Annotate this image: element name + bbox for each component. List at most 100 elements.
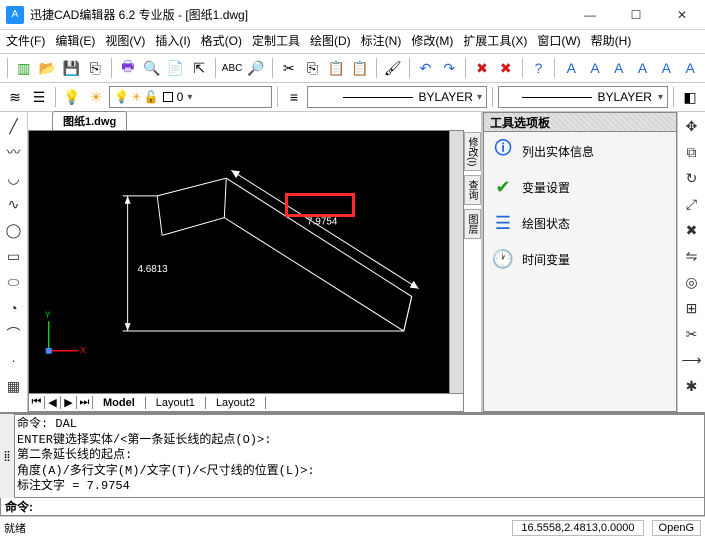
side-tab-modify[interactable]: 修改(I): [464, 132, 481, 171]
delete-icon[interactable]: ✖: [495, 57, 517, 79]
menu-help[interactable]: 帮助(H): [591, 32, 632, 49]
delete-tool-icon[interactable]: ✖: [682, 220, 702, 240]
save-icon[interactable]: 💾: [61, 57, 83, 79]
layout-prev-icon[interactable]: ◀: [45, 396, 61, 409]
polyline-tool-icon[interactable]: 〰: [4, 142, 24, 162]
palette-item-draw-status[interactable]: ☰ 绘图状态: [490, 210, 670, 236]
copy-icon[interactable]: ⎘: [302, 57, 324, 79]
palette-item-list-entity[interactable]: 🛈 列出实体信息: [490, 138, 670, 164]
undo-icon[interactable]: ↶: [415, 57, 437, 79]
arc3p-tool-icon[interactable]: ⌒: [4, 324, 24, 344]
find-icon[interactable]: 🔎: [245, 57, 267, 79]
spell-check-icon[interactable]: ABC: [221, 57, 243, 79]
help-icon[interactable]: ?: [528, 57, 550, 79]
palette-item-time-var[interactable]: 🕐 时间变量: [490, 246, 670, 272]
layout-next-icon[interactable]: ▶: [61, 396, 77, 409]
text-a3-icon[interactable]: A: [608, 57, 630, 79]
drawing-canvas[interactable]: 4.6813 7.9754 X Y: [28, 130, 464, 394]
linetype-combo[interactable]: BYLAYER: [307, 86, 487, 108]
layout-tab-model[interactable]: Model: [93, 397, 146, 409]
text-a4-icon[interactable]: A: [632, 57, 654, 79]
app-icon: A: [6, 6, 24, 24]
menu-insert[interactable]: 插入(I): [155, 32, 190, 49]
scale-tool-icon[interactable]: ⤢: [682, 194, 702, 214]
trim-tool-icon[interactable]: ✂: [682, 324, 702, 344]
array-tool-icon[interactable]: ⊞: [682, 298, 702, 318]
move-tool-icon[interactable]: ✥: [682, 116, 702, 136]
export-icon[interactable]: ⇱: [188, 57, 210, 79]
palette-item-var-settings[interactable]: ✔ 变量设置: [490, 174, 670, 200]
publish-icon[interactable]: 📄: [165, 57, 187, 79]
dimension-a-text: 4.6813: [138, 264, 169, 275]
ellipse-tool-icon[interactable]: ⬭: [4, 272, 24, 292]
menu-custom-tools[interactable]: 定制工具: [252, 32, 300, 49]
menu-draw[interactable]: 绘图(D): [310, 32, 351, 49]
circle-tool-icon[interactable]: ◯: [4, 220, 24, 240]
explode-tool-icon[interactable]: ✱: [682, 376, 702, 396]
layer-manager-icon[interactable]: ≋: [4, 86, 26, 108]
layer-sun-icon[interactable]: ☀: [85, 86, 107, 108]
rotate-tool-icon[interactable]: ↻: [682, 168, 702, 188]
layout-tab-1[interactable]: Layout1: [146, 397, 206, 409]
layer-combo[interactable]: 💡☀🔓 0: [109, 86, 272, 108]
canvas-vscrollbar[interactable]: [449, 131, 463, 393]
close-button[interactable]: ✕: [659, 0, 705, 30]
offset-tool-icon[interactable]: ◎: [682, 272, 702, 292]
command-grip-icon[interactable]: ⣿: [0, 414, 14, 498]
layout-last-icon[interactable]: ⏭: [77, 396, 93, 409]
rectangle-tool-icon[interactable]: ▭: [4, 246, 24, 266]
save-as-icon[interactable]: ⎘: [84, 57, 106, 79]
ellipse-arc-tool-icon[interactable]: ◔: [4, 298, 24, 318]
document-tab[interactable]: 图纸1.dwg: [52, 111, 127, 130]
extend-tool-icon[interactable]: ⟶: [682, 350, 702, 370]
menu-modify[interactable]: 修改(M): [411, 32, 453, 49]
lineweight-combo[interactable]: BYLAYER: [498, 86, 668, 108]
menu-edit[interactable]: 编辑(E): [55, 32, 95, 49]
standard-toolbar: ▥ 📂 💾 ⎘ 🖶 🔍 📄 ⇱ ABC 🔎 ✂ ⎘ 📋 📋 🖌 ↶ ↷ ✖ ✖ …: [0, 54, 705, 83]
erase-icon[interactable]: ✖: [471, 57, 493, 79]
match-props-icon[interactable]: 🖌: [382, 57, 404, 79]
text-a5-icon[interactable]: A: [655, 57, 677, 79]
hatch-tool-icon[interactable]: ▦: [4, 376, 24, 396]
bycolor-swatch-icon[interactable]: ◧: [679, 86, 701, 108]
menu-window[interactable]: 窗口(W): [537, 32, 580, 49]
layout-first-icon[interactable]: ⏮: [29, 396, 45, 409]
spline-tool-icon[interactable]: ∿: [4, 194, 24, 214]
layout-tab-2[interactable]: Layout2: [206, 397, 266, 409]
command-line[interactable]: 命令:: [0, 498, 705, 516]
clock-icon: 🕐: [490, 246, 516, 272]
print-icon[interactable]: 🖶: [117, 57, 139, 79]
maximize-button[interactable]: ☐: [613, 0, 659, 30]
menu-dimension[interactable]: 标注(N): [361, 32, 402, 49]
title-bar: A 迅捷CAD编辑器 6.2 专业版 - [图纸1.dwg] — ☐ ✕: [0, 0, 705, 30]
highlight-rect: [285, 193, 355, 217]
copy-tool-icon[interactable]: ⧉: [682, 142, 702, 162]
layer-states-icon[interactable]: ☰: [28, 86, 50, 108]
cut-icon[interactable]: ✂: [278, 57, 300, 79]
text-a1-icon[interactable]: A: [560, 57, 582, 79]
arc-tool-icon[interactable]: ◡: [4, 168, 24, 188]
menu-extended-tools[interactable]: 扩展工具(X): [463, 32, 527, 49]
new-file-icon[interactable]: ▥: [13, 57, 35, 79]
status-render-mode: OpenG: [652, 520, 701, 536]
menu-view[interactable]: 视图(V): [105, 32, 145, 49]
open-file-icon[interactable]: 📂: [37, 57, 59, 79]
palette-item-label: 绘图状态: [522, 215, 570, 232]
line-tool-icon[interactable]: ╱: [4, 116, 24, 136]
text-a6-icon[interactable]: A: [679, 57, 701, 79]
menu-file[interactable]: 文件(F): [6, 32, 45, 49]
paste-special-icon[interactable]: 📋: [349, 57, 371, 79]
mirror-tool-icon[interactable]: ⇋: [682, 246, 702, 266]
command-history[interactable]: [14, 414, 705, 498]
minimize-button[interactable]: —: [567, 0, 613, 30]
layer-bulb-icon[interactable]: 💡: [61, 86, 83, 108]
linetype-manager-icon[interactable]: ≡: [283, 86, 305, 108]
menu-format[interactable]: 格式(O): [201, 32, 242, 49]
print-preview-icon[interactable]: 🔍: [141, 57, 163, 79]
paste-icon[interactable]: 📋: [325, 57, 347, 79]
point-tool-icon[interactable]: ·: [4, 350, 24, 370]
side-tab-layer[interactable]: 图层: [464, 209, 481, 239]
side-tab-inquiry[interactable]: 查询: [464, 175, 481, 205]
text-a2-icon[interactable]: A: [584, 57, 606, 79]
redo-icon[interactable]: ↷: [438, 57, 460, 79]
